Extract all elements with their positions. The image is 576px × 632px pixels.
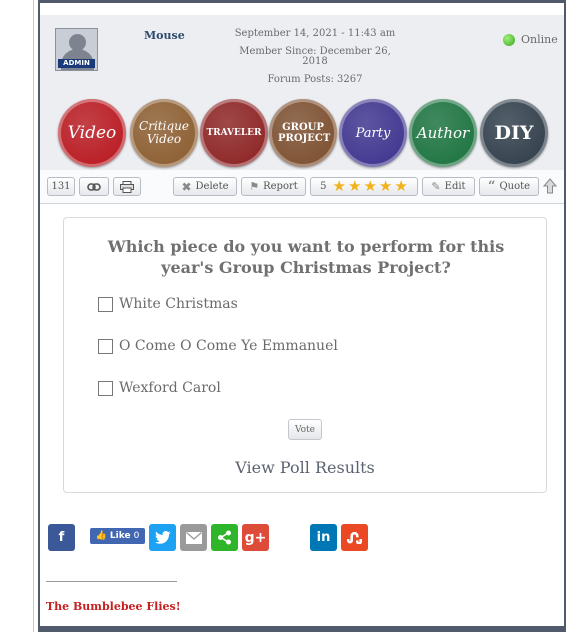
party-badge[interactable]: Party: [339, 99, 407, 167]
report-button[interactable]: ⚑ Report: [241, 177, 306, 196]
signature: The Bumblebee Flies!: [46, 600, 181, 613]
diy-badge-label: DIY: [494, 122, 534, 144]
critique-video-badge[interactable]: Critique Video: [130, 99, 198, 167]
post-header: ADMIN Mouse September 14, 2021 - 11:43 a…: [40, 15, 564, 170]
poll-box: Which piece do you want to perform for t…: [63, 217, 547, 493]
linkedin-share-button[interactable]: in: [310, 524, 337, 551]
video-badge[interactable]: Video: [58, 99, 126, 167]
online-status: Online: [503, 33, 558, 46]
thumbs-up-icon: 👍: [95, 531, 107, 541]
star-icon[interactable]: ★: [394, 179, 407, 194]
star-icon[interactable]: ★: [348, 179, 361, 194]
poll-option[interactable]: White Christmas: [98, 295, 238, 313]
poll-option-label: White Christmas: [119, 296, 238, 312]
online-dot-icon: [503, 33, 515, 46]
poll-option-label: Wexford Carol: [119, 380, 221, 396]
star-icon[interactable]: ★: [333, 179, 346, 194]
like-label: Like: [109, 531, 131, 541]
googleplus-share-button[interactable]: g+: [242, 524, 269, 551]
stumbleupon-icon: [347, 531, 362, 544]
delete-icon: ✖: [181, 179, 192, 194]
rating-widget[interactable]: 5 ★ ★ ★ ★ ★: [310, 177, 418, 196]
rating-value: 5: [320, 181, 327, 192]
party-badge-label: Party: [355, 125, 391, 141]
edit-button[interactable]: ✎ Edit: [422, 177, 475, 196]
facebook-like-button[interactable]: 👍 Like 0: [90, 528, 145, 544]
award-badges: Video Critique Video TRAVELER GROUP PROJ…: [58, 99, 550, 171]
online-label: Online: [521, 33, 558, 46]
post-toolbar: 131 ✖ Delete ⚑ Report 5 ★ ★ ★ ★ ★ ✎ Edit…: [40, 170, 564, 204]
admin-badge: ADMIN: [58, 59, 95, 68]
poll-option-checkbox[interactable]: [98, 338, 113, 354]
view-poll-results-link[interactable]: View Poll Results: [64, 458, 546, 477]
post-frame-bottom-border: [38, 626, 566, 632]
forum-posts: Forum Posts: 3267: [267, 74, 363, 85]
email-share-button[interactable]: [180, 524, 207, 551]
post-date: September 14, 2021 - 11:43 am: [234, 28, 396, 39]
share-button[interactable]: [211, 524, 238, 551]
quote-label: Quote: [499, 181, 531, 192]
print-icon: [120, 180, 134, 193]
video-badge-label: Video: [67, 123, 117, 143]
arrow-up-icon: [542, 178, 558, 194]
stumbleupon-share-button[interactable]: [341, 524, 368, 551]
post-number[interactable]: 131: [47, 177, 75, 196]
username[interactable]: Mouse: [144, 29, 185, 42]
poll-option-checkbox[interactable]: [98, 296, 113, 312]
twitter-share-button[interactable]: [149, 524, 176, 551]
poll-option-checkbox[interactable]: [98, 380, 113, 396]
member-since: Member Since: December 26, 2018: [239, 46, 391, 67]
star-icon[interactable]: ★: [379, 179, 392, 194]
poll-question: Which piece do you want to perform for t…: [107, 237, 505, 277]
quote-button[interactable]: “ Quote: [479, 177, 539, 196]
edit-label: Edit: [444, 181, 466, 192]
quote-icon: “: [487, 179, 496, 194]
group-project-badge[interactable]: GROUP PROJECT: [269, 99, 337, 167]
permalink-button[interactable]: [79, 177, 109, 196]
edit-icon: ✎: [431, 180, 441, 193]
signature-divider: [46, 581, 177, 582]
twitter-icon: [154, 531, 170, 544]
star-icon[interactable]: ★: [363, 179, 376, 194]
avatar[interactable]: ADMIN: [55, 28, 98, 71]
email-icon: [185, 531, 202, 544]
poll-option[interactable]: Wexford Carol: [98, 379, 221, 397]
diy-badge[interactable]: DIY: [480, 99, 548, 167]
author-badge[interactable]: Author: [409, 99, 477, 167]
critique-video-badge-label: Critique Video: [139, 119, 189, 146]
delete-button[interactable]: ✖ Delete: [173, 177, 237, 196]
traveler-badge[interactable]: TRAVELER: [200, 99, 268, 167]
facebook-share-button[interactable]: f: [48, 524, 75, 551]
group-project-badge-label: GROUP PROJECT: [278, 122, 331, 144]
report-label: Report: [263, 181, 298, 192]
vote-button[interactable]: Vote: [288, 419, 322, 440]
share-icon: [218, 530, 231, 545]
print-button[interactable]: [113, 177, 141, 196]
report-flag-icon: ⚑: [249, 180, 260, 193]
forum-post: ADMIN Mouse September 14, 2021 - 11:43 a…: [38, 0, 566, 632]
traveler-badge-label: TRAVELER: [206, 128, 262, 138]
page-left-border: [33, 0, 34, 632]
delete-label: Delete: [195, 181, 229, 192]
author-badge-label: Author: [416, 124, 470, 142]
scroll-to-top-button[interactable]: [542, 178, 558, 198]
link-icon: [87, 182, 101, 191]
poll-option[interactable]: O Come O Come Ye Emmanuel: [98, 337, 338, 355]
poll-option-label: O Come O Come Ye Emmanuel: [119, 338, 338, 354]
like-count: 0: [133, 531, 140, 541]
